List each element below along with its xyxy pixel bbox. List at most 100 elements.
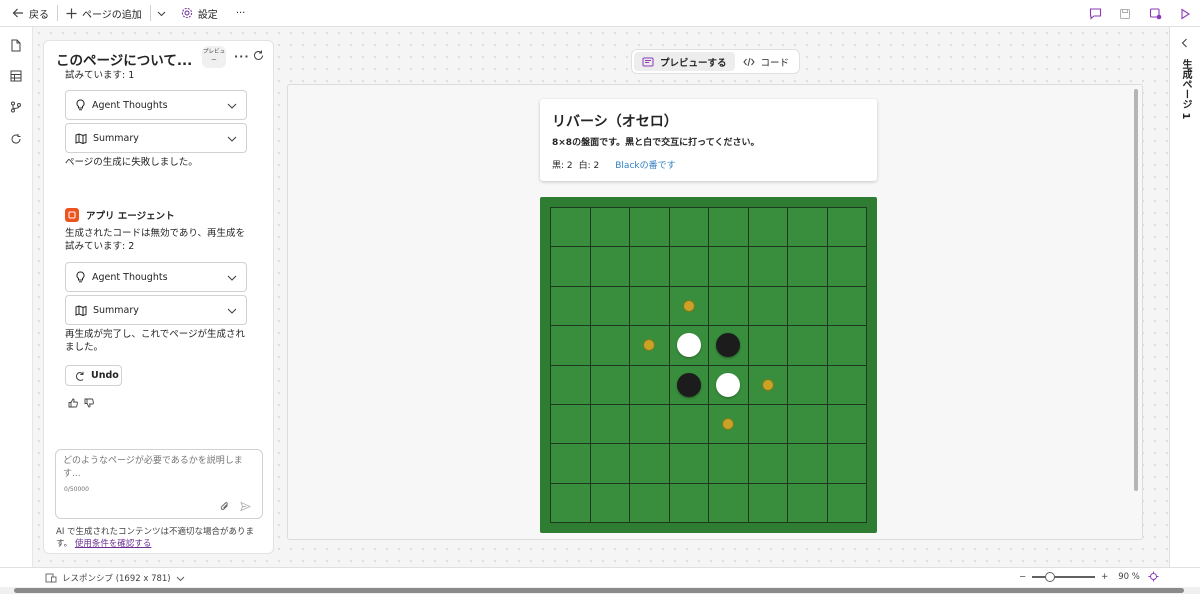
board-cell[interactable] [590,326,630,366]
zoom-slider-thumb[interactable] [1044,571,1055,582]
add-page-button[interactable]: ページの追加 [60,0,148,27]
board-cell[interactable] [748,365,788,405]
board-cell[interactable] [630,208,670,248]
send-button[interactable] [240,501,252,515]
board-cell[interactable] [709,404,749,445]
board-cell[interactable] [630,365,670,405]
board-cell[interactable] [590,247,630,287]
flows-button[interactable] [8,99,24,115]
board-cell[interactable] [788,365,828,405]
board-cell[interactable] [788,483,828,523]
board-cell[interactable] [709,365,749,405]
board-cell[interactable] [669,326,709,366]
valid-move-hint[interactable] [761,378,774,391]
prompt-input[interactable] [63,455,253,487]
board-cell[interactable] [748,483,788,523]
chat-refresh-button[interactable] [253,50,264,64]
board-cell[interactable] [709,326,749,366]
board-cell[interactable] [709,247,749,287]
agent-thoughts-expander[interactable]: Agent Thoughts [65,262,247,292]
board-cell[interactable] [748,444,788,484]
board-cell[interactable] [551,208,591,248]
settings-button[interactable]: 設定 [175,0,224,27]
sync-button[interactable] [8,131,24,147]
board-cell[interactable] [590,286,630,327]
valid-move-hint[interactable] [682,299,695,312]
undo-button[interactable]: Undo [65,365,122,386]
board-cell[interactable] [630,483,670,523]
zoom-slider[interactable] [1032,571,1096,582]
thumbs-down-icon[interactable] [84,398,94,408]
board-cell[interactable] [669,444,709,484]
attach-button[interactable] [220,501,230,515]
board-cell[interactable] [551,483,591,523]
board-cell[interactable] [590,404,630,445]
board-cell[interactable] [709,444,749,484]
save-button[interactable] [1116,5,1134,23]
zoom-in-button[interactable]: + [1101,572,1108,582]
play-button[interactable] [1176,5,1194,23]
chat-more-button[interactable]: ··· [234,50,250,63]
board-cell[interactable] [827,286,867,327]
board-cell[interactable] [709,483,749,523]
board-cell[interactable] [590,365,630,405]
board-cell[interactable] [669,247,709,287]
zoom-out-button[interactable]: − [1019,572,1026,582]
add-page-dropdown[interactable] [153,0,175,27]
board-cell[interactable] [551,286,591,327]
board-cell[interactable] [551,326,591,366]
pages-button[interactable] [8,37,24,53]
board-cell[interactable] [748,404,788,445]
board-cell[interactable] [827,247,867,287]
more-button[interactable]: ··· [230,0,252,27]
canvas-horizontal-scrollbar[interactable] [0,587,1200,594]
board-cell[interactable] [551,444,591,484]
board-cell[interactable] [827,404,867,445]
board-cell[interactable] [748,326,788,366]
board-cell[interactable] [630,247,670,287]
board-cell[interactable] [709,208,749,248]
summary-expander[interactable]: Summary [65,123,247,153]
board-cell[interactable] [827,326,867,366]
board-cell[interactable] [630,444,670,484]
publish-button[interactable] [1146,5,1164,23]
board-cell[interactable] [630,404,670,445]
terms-link[interactable]: 使用条件を確認する [75,539,152,549]
board-cell[interactable] [551,365,591,405]
board-cell[interactable] [590,444,630,484]
scrollbar-thumb[interactable] [14,588,1184,593]
board-cell[interactable] [709,286,749,327]
summary-expander[interactable]: Summary [65,295,247,325]
board-cell[interactable] [669,286,709,327]
board-cell[interactable] [590,483,630,523]
valid-move-hint[interactable] [722,418,735,431]
board-cell[interactable] [748,247,788,287]
tab-code[interactable]: コード [735,52,798,71]
board-cell[interactable] [551,247,591,287]
board-cell[interactable] [669,365,709,405]
fit-to-screen-icon[interactable] [1148,571,1159,582]
board-cell[interactable] [827,483,867,523]
preview-scrollbar[interactable] [1134,89,1138,491]
board-cell[interactable] [669,404,709,445]
board-cell[interactable] [788,286,828,327]
back-button[interactable]: 戻る [6,0,55,27]
board-cell[interactable] [630,286,670,327]
board-cell[interactable] [827,444,867,484]
board-cell[interactable] [669,483,709,523]
agent-thoughts-expander[interactable]: Agent Thoughts [65,90,247,120]
board-cell[interactable] [827,208,867,248]
board-cell[interactable] [669,208,709,248]
tab-preview[interactable]: プレビューする [634,52,735,71]
board-cell[interactable] [788,208,828,248]
board-cell[interactable] [827,365,867,405]
valid-move-hint[interactable] [643,339,656,352]
responsive-selector[interactable]: レスポンシブ (1692 x 781) [45,572,190,584]
board-cell[interactable] [748,208,788,248]
board-cell[interactable] [590,208,630,248]
data-button[interactable] [8,68,24,84]
board-cell[interactable] [788,404,828,445]
board-cell[interactable] [788,444,828,484]
board-cell[interactable] [748,286,788,327]
expand-panel-button[interactable] [1180,38,1189,51]
